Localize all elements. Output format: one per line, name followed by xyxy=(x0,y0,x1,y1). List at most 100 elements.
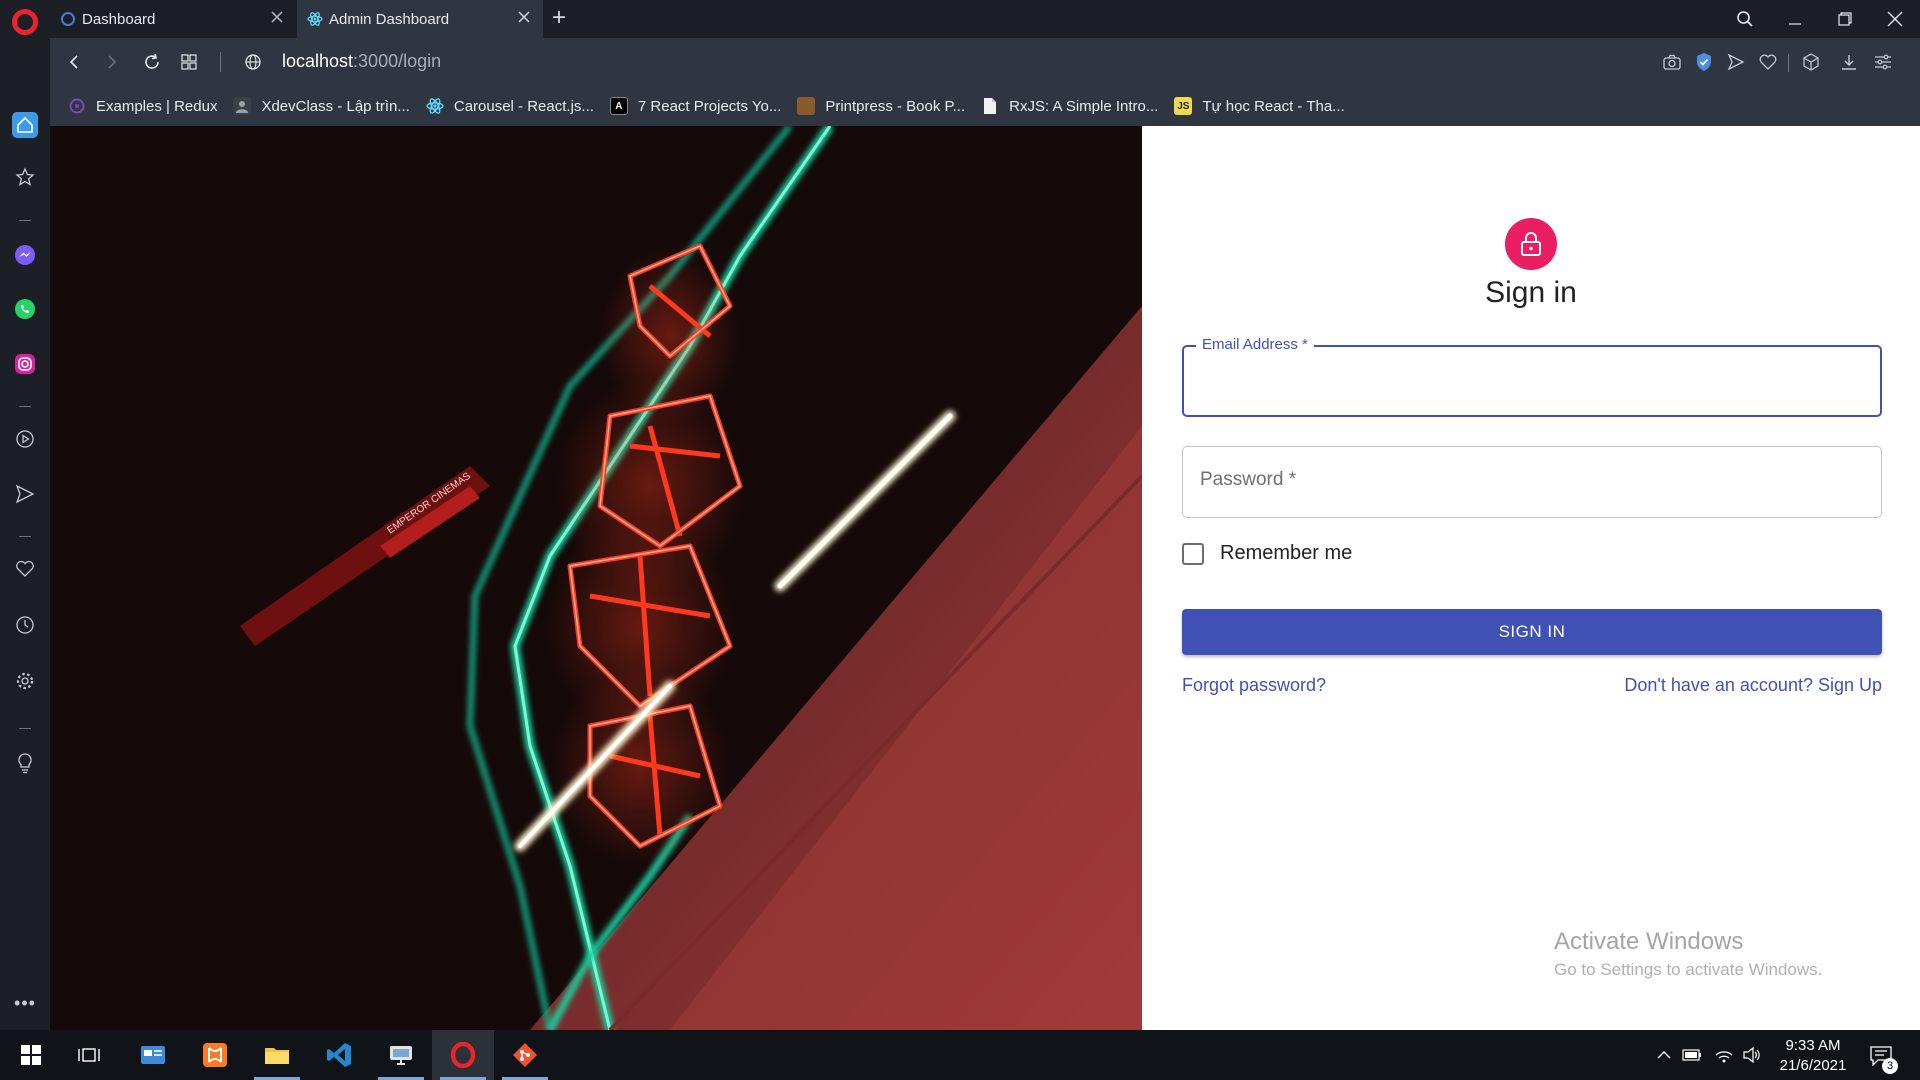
bookmark-carousel[interactable]: Carousel - React.js... xyxy=(426,97,594,115)
download-icon[interactable] xyxy=(1838,51,1860,73)
clock-time: 9:33 AM xyxy=(1785,1037,1841,1054)
minimize-button[interactable] xyxy=(1770,0,1820,38)
toolbar-divider xyxy=(220,52,221,72)
snapshot-icon[interactable] xyxy=(1661,51,1683,73)
bookmark-label: Carousel - React.js... xyxy=(453,97,594,115)
forward-button[interactable] xyxy=(100,50,124,74)
bookmark-label: RxJS: A Simple Intro... xyxy=(1009,97,1159,115)
sidebar-divider xyxy=(19,728,31,729)
js-icon: JS xyxy=(1174,97,1193,115)
bookmark-label: Tự học React - Tha... xyxy=(1202,97,1345,115)
signin-panel: Sign in Email Address * Password * Remem… xyxy=(1142,126,1920,1030)
task-view-icon[interactable] xyxy=(58,1030,120,1080)
windows-taskbar: 9:33 AM 21/6/2021 3 xyxy=(0,1030,1920,1080)
control-panel-icon[interactable] xyxy=(122,1030,184,1080)
player-icon[interactable] xyxy=(12,426,38,452)
history-clock-icon[interactable] xyxy=(12,612,38,638)
bookmark-label: Printpress - Book P... xyxy=(825,97,966,115)
more-options-icon[interactable]: ••• xyxy=(12,990,38,1016)
pinboard-heart-icon[interactable] xyxy=(12,556,38,582)
address-bar: localhost:3000/login xyxy=(50,38,1920,86)
bookmarks-star-icon[interactable] xyxy=(12,164,38,190)
sign-up-link[interactable]: Don't have an account? Sign Up xyxy=(1624,675,1882,696)
printpress-icon xyxy=(797,97,816,115)
email-field[interactable]: Email Address * xyxy=(1182,336,1882,417)
bookmark-label: Examples | Redux xyxy=(96,97,218,115)
activate-windows-subtitle: Go to Settings to activate Windows. xyxy=(1554,960,1823,979)
bookmark-label: XdevClass - Lập trìn... xyxy=(261,97,410,115)
opera-sidebar: ••• xyxy=(0,38,50,1030)
start-windows-icon[interactable] xyxy=(0,1030,62,1080)
redux-icon xyxy=(68,97,86,115)
bookmark-redux[interactable]: Examples | Redux xyxy=(68,97,217,115)
xdev-icon xyxy=(233,97,252,115)
volume-icon[interactable] xyxy=(1742,1045,1762,1065)
git-icon[interactable] xyxy=(494,1030,556,1080)
clock-date: 21/6/2021 xyxy=(1779,1057,1847,1074)
tab-dashboard[interactable]: Dashboard xyxy=(50,0,296,38)
sidebar-divider xyxy=(19,220,31,221)
tips-lightbulb-icon[interactable] xyxy=(12,750,38,776)
my-flow-send-icon[interactable] xyxy=(12,481,38,507)
react-icon xyxy=(426,97,444,115)
battery-icon[interactable] xyxy=(1682,1045,1702,1065)
close-tab-icon[interactable] xyxy=(517,10,531,24)
bookmark-react-projects[interactable]: A 7 React Projects Yo... xyxy=(609,97,782,115)
reload-button[interactable] xyxy=(140,50,164,74)
hero-neon-image: EMPEROR CINEMAS xyxy=(50,126,1142,1030)
close-tab-icon[interactable] xyxy=(270,10,284,24)
new-tab-button[interactable]: + xyxy=(552,6,566,30)
opera-menu-icon[interactable] xyxy=(12,9,38,35)
site-info-icon[interactable] xyxy=(241,50,265,74)
opera-taskbar-icon[interactable] xyxy=(432,1030,494,1080)
settings-gear-icon[interactable] xyxy=(12,668,38,694)
tab-favicon-icon xyxy=(60,11,76,27)
page-title: Sign in xyxy=(1485,276,1577,309)
sidebar-divider xyxy=(19,406,31,407)
document-icon xyxy=(981,97,999,115)
vscode-icon[interactable] xyxy=(308,1030,370,1080)
email-label: Email Address * xyxy=(1196,336,1314,353)
url-field[interactable]: localhost:3000/login xyxy=(282,51,441,72)
sidebar-divider xyxy=(19,536,31,537)
bookmarks-bar: Examples | Redux XdevClass - Lập trìn...… xyxy=(50,86,1920,126)
remember-me-label[interactable]: Remember me xyxy=(1220,542,1352,565)
forgot-password-link[interactable]: Forgot password? xyxy=(1182,675,1326,696)
tab-admin-dashboard[interactable]: Admin Dashboard xyxy=(297,0,543,38)
bookmark-rxjs[interactable]: RxJS: A Simple Intro... xyxy=(981,97,1158,115)
restore-button[interactable] xyxy=(1820,0,1870,38)
bookmark-printpress[interactable]: Printpress - Book P... xyxy=(797,97,965,115)
notification-count-badge: 3 xyxy=(1882,1058,1898,1074)
instagram-icon[interactable] xyxy=(12,351,38,377)
xampp-icon[interactable] xyxy=(184,1030,246,1080)
heart-icon[interactable] xyxy=(1757,51,1779,73)
neon-sign-illustration: EMPEROR CINEMAS xyxy=(50,126,1142,1030)
url-host: localhost xyxy=(282,51,354,71)
lock-icon xyxy=(1505,218,1557,270)
react-favicon-icon xyxy=(307,11,323,27)
screen-app-icon[interactable] xyxy=(370,1030,432,1080)
sign-in-button[interactable]: SIGN IN xyxy=(1182,609,1882,655)
extensions-cube-icon[interactable] xyxy=(1800,51,1822,73)
password-field[interactable]: Password * xyxy=(1182,446,1882,518)
vpn-shield-icon[interactable] xyxy=(1693,51,1715,73)
bookmark-xdevclass[interactable]: XdevClass - Lập trìn... xyxy=(233,97,410,115)
show-hidden-icons-chevron-icon[interactable] xyxy=(1654,1045,1674,1065)
system-clock[interactable]: 9:33 AM 21/6/2021 xyxy=(1768,1036,1858,1076)
whatsapp-icon[interactable] xyxy=(12,296,38,322)
bookmark-label: 7 React Projects Yo... xyxy=(637,97,782,115)
speed-dial-icon[interactable] xyxy=(177,50,201,74)
bookmark-tu-hoc-react[interactable]: JS Tự học React - Tha... xyxy=(1174,97,1345,115)
home-icon[interactable] xyxy=(12,112,38,138)
send-icon[interactable] xyxy=(1725,51,1747,73)
file-explorer-icon[interactable] xyxy=(246,1030,308,1080)
back-button[interactable] xyxy=(62,50,86,74)
close-window-button[interactable] xyxy=(1870,0,1920,38)
browser-tab-strip: Dashboard Admin Dashboard + xyxy=(0,0,1920,38)
tab-title: Admin Dashboard xyxy=(329,10,450,28)
easy-setup-icon[interactable] xyxy=(1872,51,1894,73)
messenger-icon[interactable] xyxy=(12,242,38,268)
wifi-icon[interactable] xyxy=(1714,1045,1734,1065)
remember-me-checkbox[interactable] xyxy=(1182,543,1204,565)
search-tabs-icon[interactable] xyxy=(1720,0,1770,38)
